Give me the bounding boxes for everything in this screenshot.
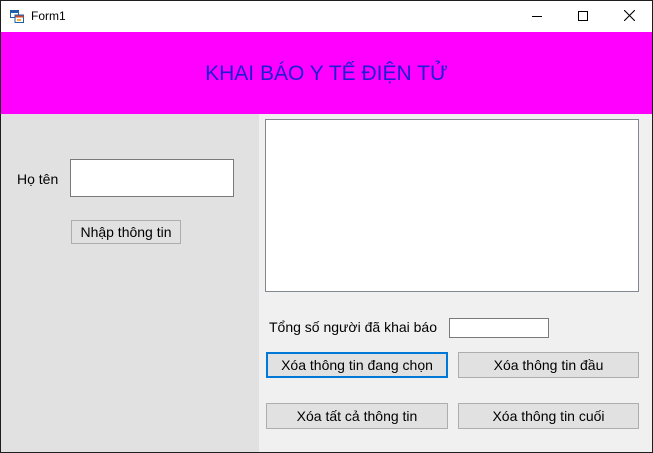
left-panel: Họ tên Nhập thông tin [1,114,259,452]
declaration-listbox[interactable] [265,119,639,292]
header-banner: KHAI BÁO Y TẾ ĐIỆN TỬ [1,32,652,114]
maximize-icon [578,8,588,26]
title-bar[interactable]: Form1 [1,1,652,32]
winforms-app-icon [10,10,24,23]
close-button[interactable] [606,1,652,32]
form-window: Form1 KHAI BÁO Y TẾ ĐIỆN TỬ Họ tên Nhập … [0,0,653,453]
submit-info-button[interactable]: Nhập thông tin [71,220,181,244]
delete-all-button[interactable]: Xóa tất cả thông tin [266,403,448,429]
page-title: KHAI BÁO Y TẾ ĐIỆN TỬ [205,62,448,85]
delete-selected-button[interactable]: Xóa thông tin đang chọn [266,352,448,378]
total-count-label: Tổng số người đã khai báo [269,319,437,335]
name-label: Họ tên [17,171,59,187]
total-count-field[interactable] [449,318,549,338]
close-icon [623,8,635,26]
minimize-button[interactable] [514,1,560,32]
maximize-button[interactable] [560,1,606,32]
delete-first-button[interactable]: Xóa thông tin đầu [458,352,639,378]
minimize-icon [532,8,542,26]
name-input[interactable] [70,159,234,197]
delete-last-button[interactable]: Xóa thông tin cuối [458,403,639,429]
window-title: Form1 [31,9,66,23]
